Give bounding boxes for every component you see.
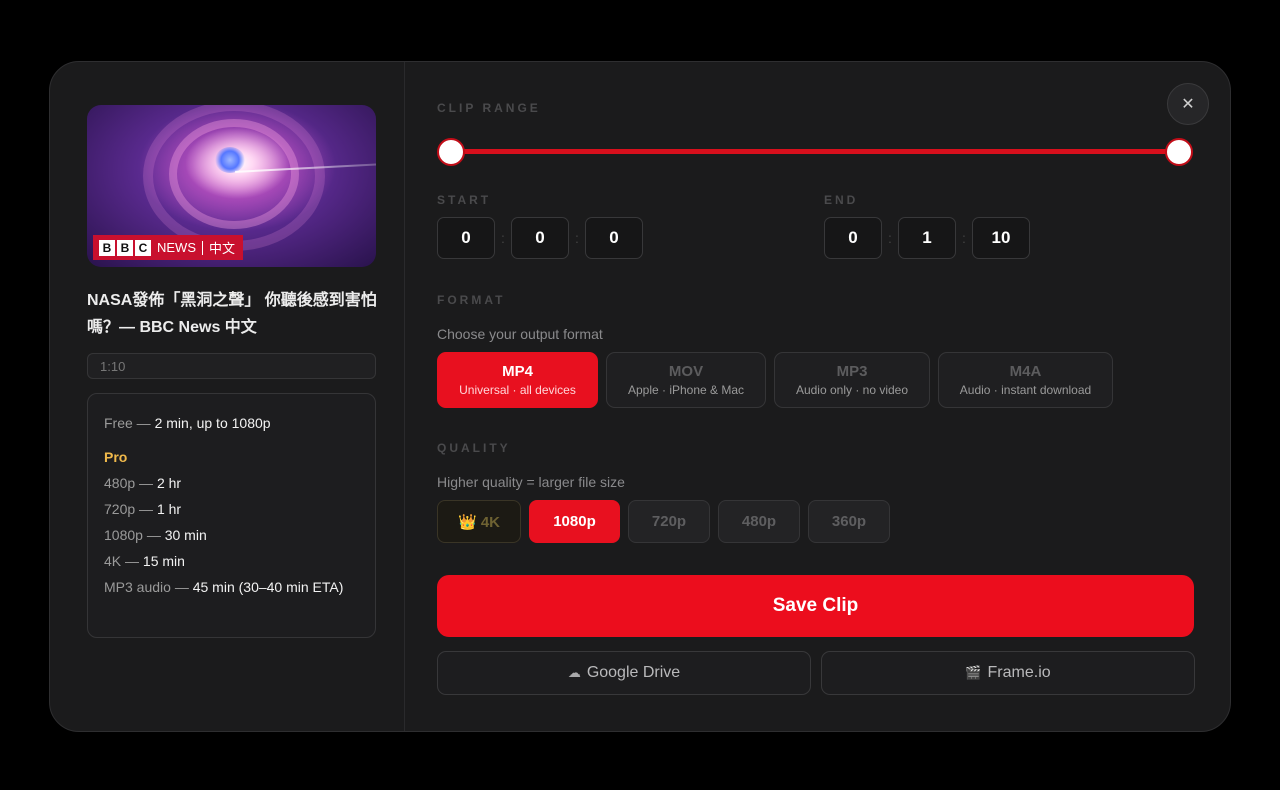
format-name: MP4 <box>502 363 533 380</box>
pro-limit-label: 1080p — <box>104 527 161 543</box>
format-option-m4a[interactable]: M4A Audio · instant download <box>938 352 1113 408</box>
bbc-news-logo: B B C NEWS 中文 <box>93 235 244 260</box>
format-desc: Audio · instant download <box>959 383 1092 397</box>
end-minutes-input[interactable]: 1 <box>898 217 956 259</box>
pro-limit-row: 4K — 15 min <box>104 548 359 574</box>
bbc-block-c: C <box>135 239 151 256</box>
quality-option-480p[interactable]: 480p <box>718 500 800 543</box>
quality-option-720p[interactable]: 720p <box>628 500 710 543</box>
bbc-block-b2: B <box>117 239 133 256</box>
thumbnail-ring-inner <box>169 119 299 229</box>
badge-separator <box>202 240 203 255</box>
time-separator: : <box>575 230 579 246</box>
format-name: MOV <box>668 363 704 380</box>
pro-label: Pro <box>104 449 128 465</box>
free-limit-label: Free — <box>104 415 151 431</box>
start-minutes-input[interactable]: 0 <box>511 217 569 259</box>
format-name: M4A <box>1009 363 1042 380</box>
bbc-blocks: B B C <box>99 239 151 256</box>
cloud-icon: ☁ <box>567 665 581 680</box>
pro-limit-value: 45 min (30–40 min ETA) <box>192 579 344 595</box>
video-title: NASA發佈「黑洞之聲」 你聽後感到害怕嗎？— BBC News 中文 <box>87 292 377 336</box>
close-button[interactable]: ✕ <box>1167 83 1209 125</box>
pro-limit-value: 30 min <box>164 527 207 543</box>
clip-range-label: CLIP RANGE <box>437 101 541 115</box>
video-thumbnail[interactable]: B B C NEWS 中文 <box>87 105 376 267</box>
quality-options: 👑 4K 1080p 720p 480p 360p <box>437 500 890 543</box>
end-label: END <box>824 193 859 207</box>
badge-lang-text: 中文 <box>209 241 236 256</box>
pro-limit-value: 1 hr <box>156 501 182 517</box>
pro-limit-label: 4K — <box>104 553 140 569</box>
quality-hint: Higher quality = larger file size <box>437 474 625 490</box>
pro-limit-row: 720p — 1 hr <box>104 496 359 522</box>
close-icon: ✕ <box>1181 96 1195 113</box>
google-drive-button[interactable]: ☁ Google Drive <box>437 651 811 695</box>
time-separator: : <box>501 230 505 246</box>
format-name: MP3 <box>836 363 868 380</box>
pro-limit-label: 480p — <box>104 475 154 491</box>
format-desc: Audio only · no video <box>795 383 909 397</box>
format-options: MP4 Universal · all devices MOV Apple · … <box>437 352 1113 408</box>
video-duration: 1:10 <box>87 353 376 379</box>
quality-label: QUALITY <box>437 441 511 455</box>
format-option-mov[interactable]: MOV Apple · iPhone & Mac <box>606 352 766 408</box>
pro-limit-value: 15 min <box>142 553 185 569</box>
frameio-button[interactable]: 🎬 Frame.io <box>821 651 1195 695</box>
end-hours-input[interactable]: 0 <box>824 217 882 259</box>
free-limit-row: Free — 2 min, up to 1080p <box>104 410 359 436</box>
free-limit-value: 2 min, up to 1080p <box>154 415 271 431</box>
format-option-mp4[interactable]: MP4 Universal · all devices <box>437 352 598 408</box>
clapperboard-icon: 🎬 <box>965 665 982 680</box>
start-seconds-input[interactable]: 0 <box>585 217 643 259</box>
start-hours-input[interactable]: 0 <box>437 217 495 259</box>
range-start-handle[interactable] <box>437 138 465 166</box>
plan-limits-box: Free — 2 min, up to 1080p Pro 480p — 2 h… <box>87 393 376 638</box>
pro-limit-row: MP3 audio — 45 min (30–40 min ETA) <box>104 574 359 600</box>
clip-settings-panel: ✕ CLIP RANGE START 0 : 0 : 0 END 0 : 1 :… <box>437 62 1230 731</box>
end-time: 0 : 1 : 10 <box>824 217 1030 259</box>
pro-limit-row: 1080p — 30 min <box>104 522 359 548</box>
pro-limit-value: 2 hr <box>156 475 182 491</box>
thumbnail-core <box>215 147 245 173</box>
format-option-mp3[interactable]: MP3 Audio only · no video <box>774 352 930 408</box>
format-label: FORMAT <box>437 293 506 307</box>
format-desc: Apple · iPhone & Mac <box>627 383 745 397</box>
time-separator: : <box>962 230 966 246</box>
bbc-block-b1: B <box>99 239 115 256</box>
start-label: START <box>437 193 492 207</box>
format-hint: Choose your output format <box>437 326 603 342</box>
badge-news-text: NEWS <box>157 240 196 255</box>
quality-option-1080p[interactable]: 1080p <box>529 500 620 543</box>
pro-limit-row: 480p — 2 hr <box>104 470 359 496</box>
frameio-label: Frame.io <box>987 664 1051 681</box>
format-desc: Universal · all devices <box>459 383 576 397</box>
quality-option-4k[interactable]: 👑 4K <box>437 500 521 543</box>
start-time: 0 : 0 : 0 <box>437 217 643 259</box>
quality-option-360p[interactable]: 360p <box>808 500 890 543</box>
pro-limit-label: MP3 audio — <box>104 579 189 595</box>
google-drive-label: Google Drive <box>586 664 681 681</box>
range-end-handle[interactable] <box>1165 138 1193 166</box>
video-panel: B B C NEWS 中文 NASA發佈「黑洞之聲」 你聽後感到害怕嗎？— BB… <box>50 62 405 731</box>
clip-modal: B B C NEWS 中文 NASA發佈「黑洞之聲」 你聽後感到害怕嗎？— BB… <box>49 61 1231 732</box>
time-separator: : <box>888 230 892 246</box>
pro-limit-label: 720p — <box>104 501 154 517</box>
end-seconds-input[interactable]: 10 <box>972 217 1030 259</box>
clip-range-track[interactable] <box>449 149 1181 154</box>
save-clip-button[interactable]: Save Clip <box>437 575 1194 637</box>
